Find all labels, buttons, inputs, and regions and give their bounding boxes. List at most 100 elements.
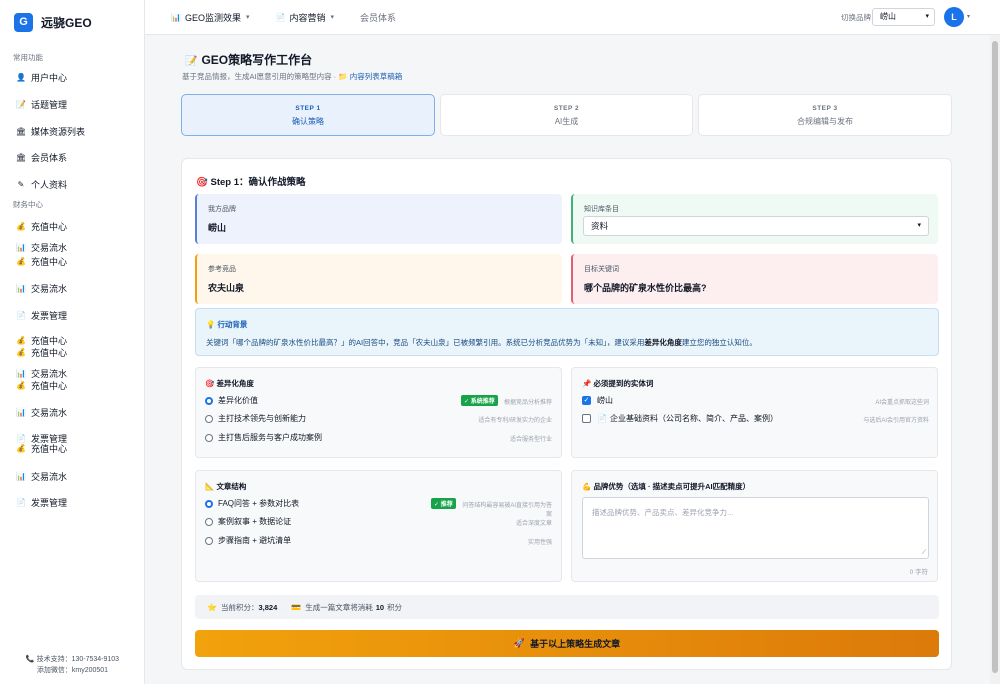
structure-option-case[interactable]: 案例叙事 + 数据论证 <box>205 516 291 527</box>
muscle-icon: 💪 <box>582 482 592 491</box>
chevron-down-icon: ▾ <box>245 14 250 21</box>
sidebar-item-invoices[interactable]: 📄 发票管理 <box>0 308 144 322</box>
support-phone-text: 技术支持：130-7534-9103 <box>36 656 120 663</box>
step-number: STEP 2 <box>553 105 580 112</box>
sidebar-section-finance: 财务中心 <box>13 200 43 209</box>
coin-icon: 💰 <box>16 256 26 266</box>
option-label: 主打技术领先与创新能力 <box>218 414 306 423</box>
coin-icon: 💰 <box>16 347 26 357</box>
brand-advantage-textarea[interactable]: 描述品牌优势、产品卖点、差异化竞争力... ⟋ <box>582 497 929 559</box>
profile-icon: ✎ <box>17 180 25 189</box>
step-3[interactable]: STEP 3 合规编辑与发布 <box>698 94 952 136</box>
sidebar-item-invoices[interactable]: 📄 发票管理 <box>0 433 144 444</box>
app-logo[interactable]: G 远骁GEO <box>0 0 144 44</box>
recommended-badge: ✓ 推荐 <box>431 498 456 509</box>
our-brand-label: 我方品牌 <box>208 206 236 213</box>
radio[interactable] <box>205 414 213 423</box>
entity-option-brand[interactable]: ✓ 崂山 <box>582 395 613 406</box>
sidebar-item-recharge[interactable]: 💰 充值中心 <box>0 254 144 268</box>
sidebar-section-common: 常用功能 <box>13 53 43 62</box>
option-label: 步骤指南 + 避坑清单 <box>218 536 292 545</box>
radio[interactable] <box>205 433 213 442</box>
checkbox-checked[interactable]: ✓ <box>582 396 591 405</box>
option-label: 案例叙事 + 数据论证 <box>218 517 292 526</box>
sidebar-item-recharge[interactable]: 💰 充值中心 <box>0 212 144 240</box>
step-2[interactable]: STEP 2 AI生成 <box>440 94 693 136</box>
lightbulb-icon: 💡 <box>206 320 216 329</box>
angle-option-tech[interactable]: 主打技术领先与创新能力 <box>205 413 306 424</box>
sidebar-item-topics[interactable]: 📝 话题管理 <box>0 91 144 118</box>
competitor-value: 农夫山泉 <box>208 283 245 293</box>
sidebar-item-label: 个人资料 <box>31 180 68 190</box>
step-label: AI生成 <box>554 117 579 126</box>
support-wechat: 添加微信：kmy200501 <box>36 667 109 674</box>
checkbox[interactable] <box>582 414 591 423</box>
generate-article-button[interactable]: 🚀 基于以上策略生成文章 <box>195 630 939 657</box>
keyword-label: 目标关键词 <box>584 266 619 273</box>
sidebar-item-label: 交易流水 <box>31 407 68 418</box>
chevron-down-icon[interactable]: ▾ <box>967 13 970 20</box>
step-1[interactable]: STEP 1 确认策略 <box>181 94 435 136</box>
step1-title-text: Step 1：确认作战策略 <box>210 177 306 188</box>
sidebar-item-recharge[interactable]: 💰 充值中心 <box>0 346 144 358</box>
sidebar-item-recharge[interactable]: 💰 充值中心 <box>0 334 144 346</box>
sidebar-item-label: 话题管理 <box>31 100 68 110</box>
drafts-link[interactable]: 内容列表草稿箱 <box>350 72 403 81</box>
ruler-icon: 📐 <box>205 482 215 491</box>
sidebar-item-transactions[interactable]: 📊 交易流水 <box>0 469 144 483</box>
sidebar-item-transactions[interactable]: 📊 交易流水 <box>0 281 144 295</box>
alert-text: 建立您的独立认知位。 <box>681 338 757 347</box>
alert-emphasis: 差异化角度 <box>644 338 682 347</box>
option-hint: 适合有专利/研发实力的企业 <box>478 418 552 424</box>
chart-icon: 📊 <box>16 407 26 417</box>
avatar[interactable]: L <box>944 7 964 27</box>
sidebar-item-transactions[interactable]: 📊 交易流水 <box>0 241 144 254</box>
keyword-value: 哪个品牌的矿泉水性价比最高? <box>584 283 707 293</box>
knowledge-base-label: 知识库条目 <box>584 206 619 213</box>
nav-membership[interactable]: 会员体系 <box>360 11 396 24</box>
invoice-icon: 📄 <box>16 497 26 507</box>
brand-select[interactable]: 崂山 ▾ <box>872 8 935 26</box>
nav-content-marketing[interactable]: 📄 内容营销 ▾ <box>276 11 335 24</box>
textarea-placeholder: 描述品牌优势、产品卖点、差异化竞争力... <box>592 508 734 517</box>
step-number: STEP 3 <box>812 105 838 112</box>
page-subtitle: 基于竞品情报，生成AI愿意引用的策略型内容 · 📁 内容列表草稿箱 <box>182 71 402 82</box>
star-icon: ⭐ <box>207 602 217 612</box>
sidebar-item-recharge[interactable]: 💰 充值中心 <box>0 443 144 454</box>
structure-option-guide[interactable]: 步骤指南 + 避坑清单 <box>205 535 291 546</box>
knowledge-base-select[interactable]: 资料 ▾ <box>583 216 929 236</box>
chart-icon: 📊 <box>16 243 26 252</box>
radio-selected[interactable] <box>205 499 213 508</box>
angle-option-differentiation[interactable]: 差异化价值 <box>205 395 258 406</box>
option-hint: 适合服务型行业 <box>509 437 552 443</box>
angle-option-service[interactable]: 主打售后服务与客户成功案例 <box>205 432 322 443</box>
resize-grip-icon[interactable]: ⟋ <box>922 550 926 557</box>
sidebar-item-membership[interactable]: 🏛 会员体系 <box>0 144 144 171</box>
scrollbar[interactable] <box>990 35 1000 684</box>
nav-label: 内容营销 <box>289 12 326 23</box>
points-cost-unit: 积分 <box>387 602 403 612</box>
step-label: 合规编辑与发布 <box>797 117 853 126</box>
sidebar-item-transactions[interactable]: 📊 交易流水 <box>0 405 144 419</box>
sidebar-item-media[interactable]: 🏛 媒体资源列表 <box>0 118 144 144</box>
topbar: 📊 GEO监测效果 ▾ 📄 内容营销 ▾ 会员体系 切换品牌 崂山 ▾ L ▾ <box>145 0 1000 35</box>
structure-option-faq[interactable]: FAQ问答 + 参数对比表 <box>205 498 299 509</box>
sidebar-item-recharge[interactable]: 💰 充值中心 <box>0 379 144 391</box>
scrollbar-thumb[interactable] <box>992 41 998 673</box>
sidebar-item-user-center[interactable]: 👤 用户中心 <box>0 64 144 91</box>
action-background-alert: 💡 行动背景 关键词「哪个品牌的矿泉水性价比最高？」的AI回答中，竞品「农夫山泉… <box>195 308 939 356</box>
our-brand-box: 我方品牌 崂山 <box>195 194 562 244</box>
sidebar-item-transactions[interactable]: 📊 交易流水 <box>0 367 144 379</box>
radio[interactable] <box>205 517 213 526</box>
document-icon: 📝 <box>185 56 198 67</box>
nav-geo-monitoring[interactable]: 📊 GEO监测效果 ▾ <box>171 11 250 24</box>
sidebar-item-label: 媒体资源列表 <box>31 126 86 137</box>
alert-body: 关键词「哪个品牌的矿泉水性价比最高？」的AI回答中，竞品「农夫山泉」已被频繁引用… <box>206 337 938 348</box>
entity-option-company-profile[interactable]: 📄 企业基础资料（公司名称、简介、产品、案例） <box>582 413 778 424</box>
chevron-down-icon: ▾ <box>330 14 334 21</box>
radio[interactable] <box>205 536 213 545</box>
sidebar-item-profile[interactable]: ✎ 个人资料 <box>0 171 144 198</box>
option-label: 差异化价值 <box>218 396 258 405</box>
sidebar-item-invoices[interactable]: 📄 发票管理 <box>0 495 144 509</box>
radio-selected[interactable] <box>205 396 213 405</box>
